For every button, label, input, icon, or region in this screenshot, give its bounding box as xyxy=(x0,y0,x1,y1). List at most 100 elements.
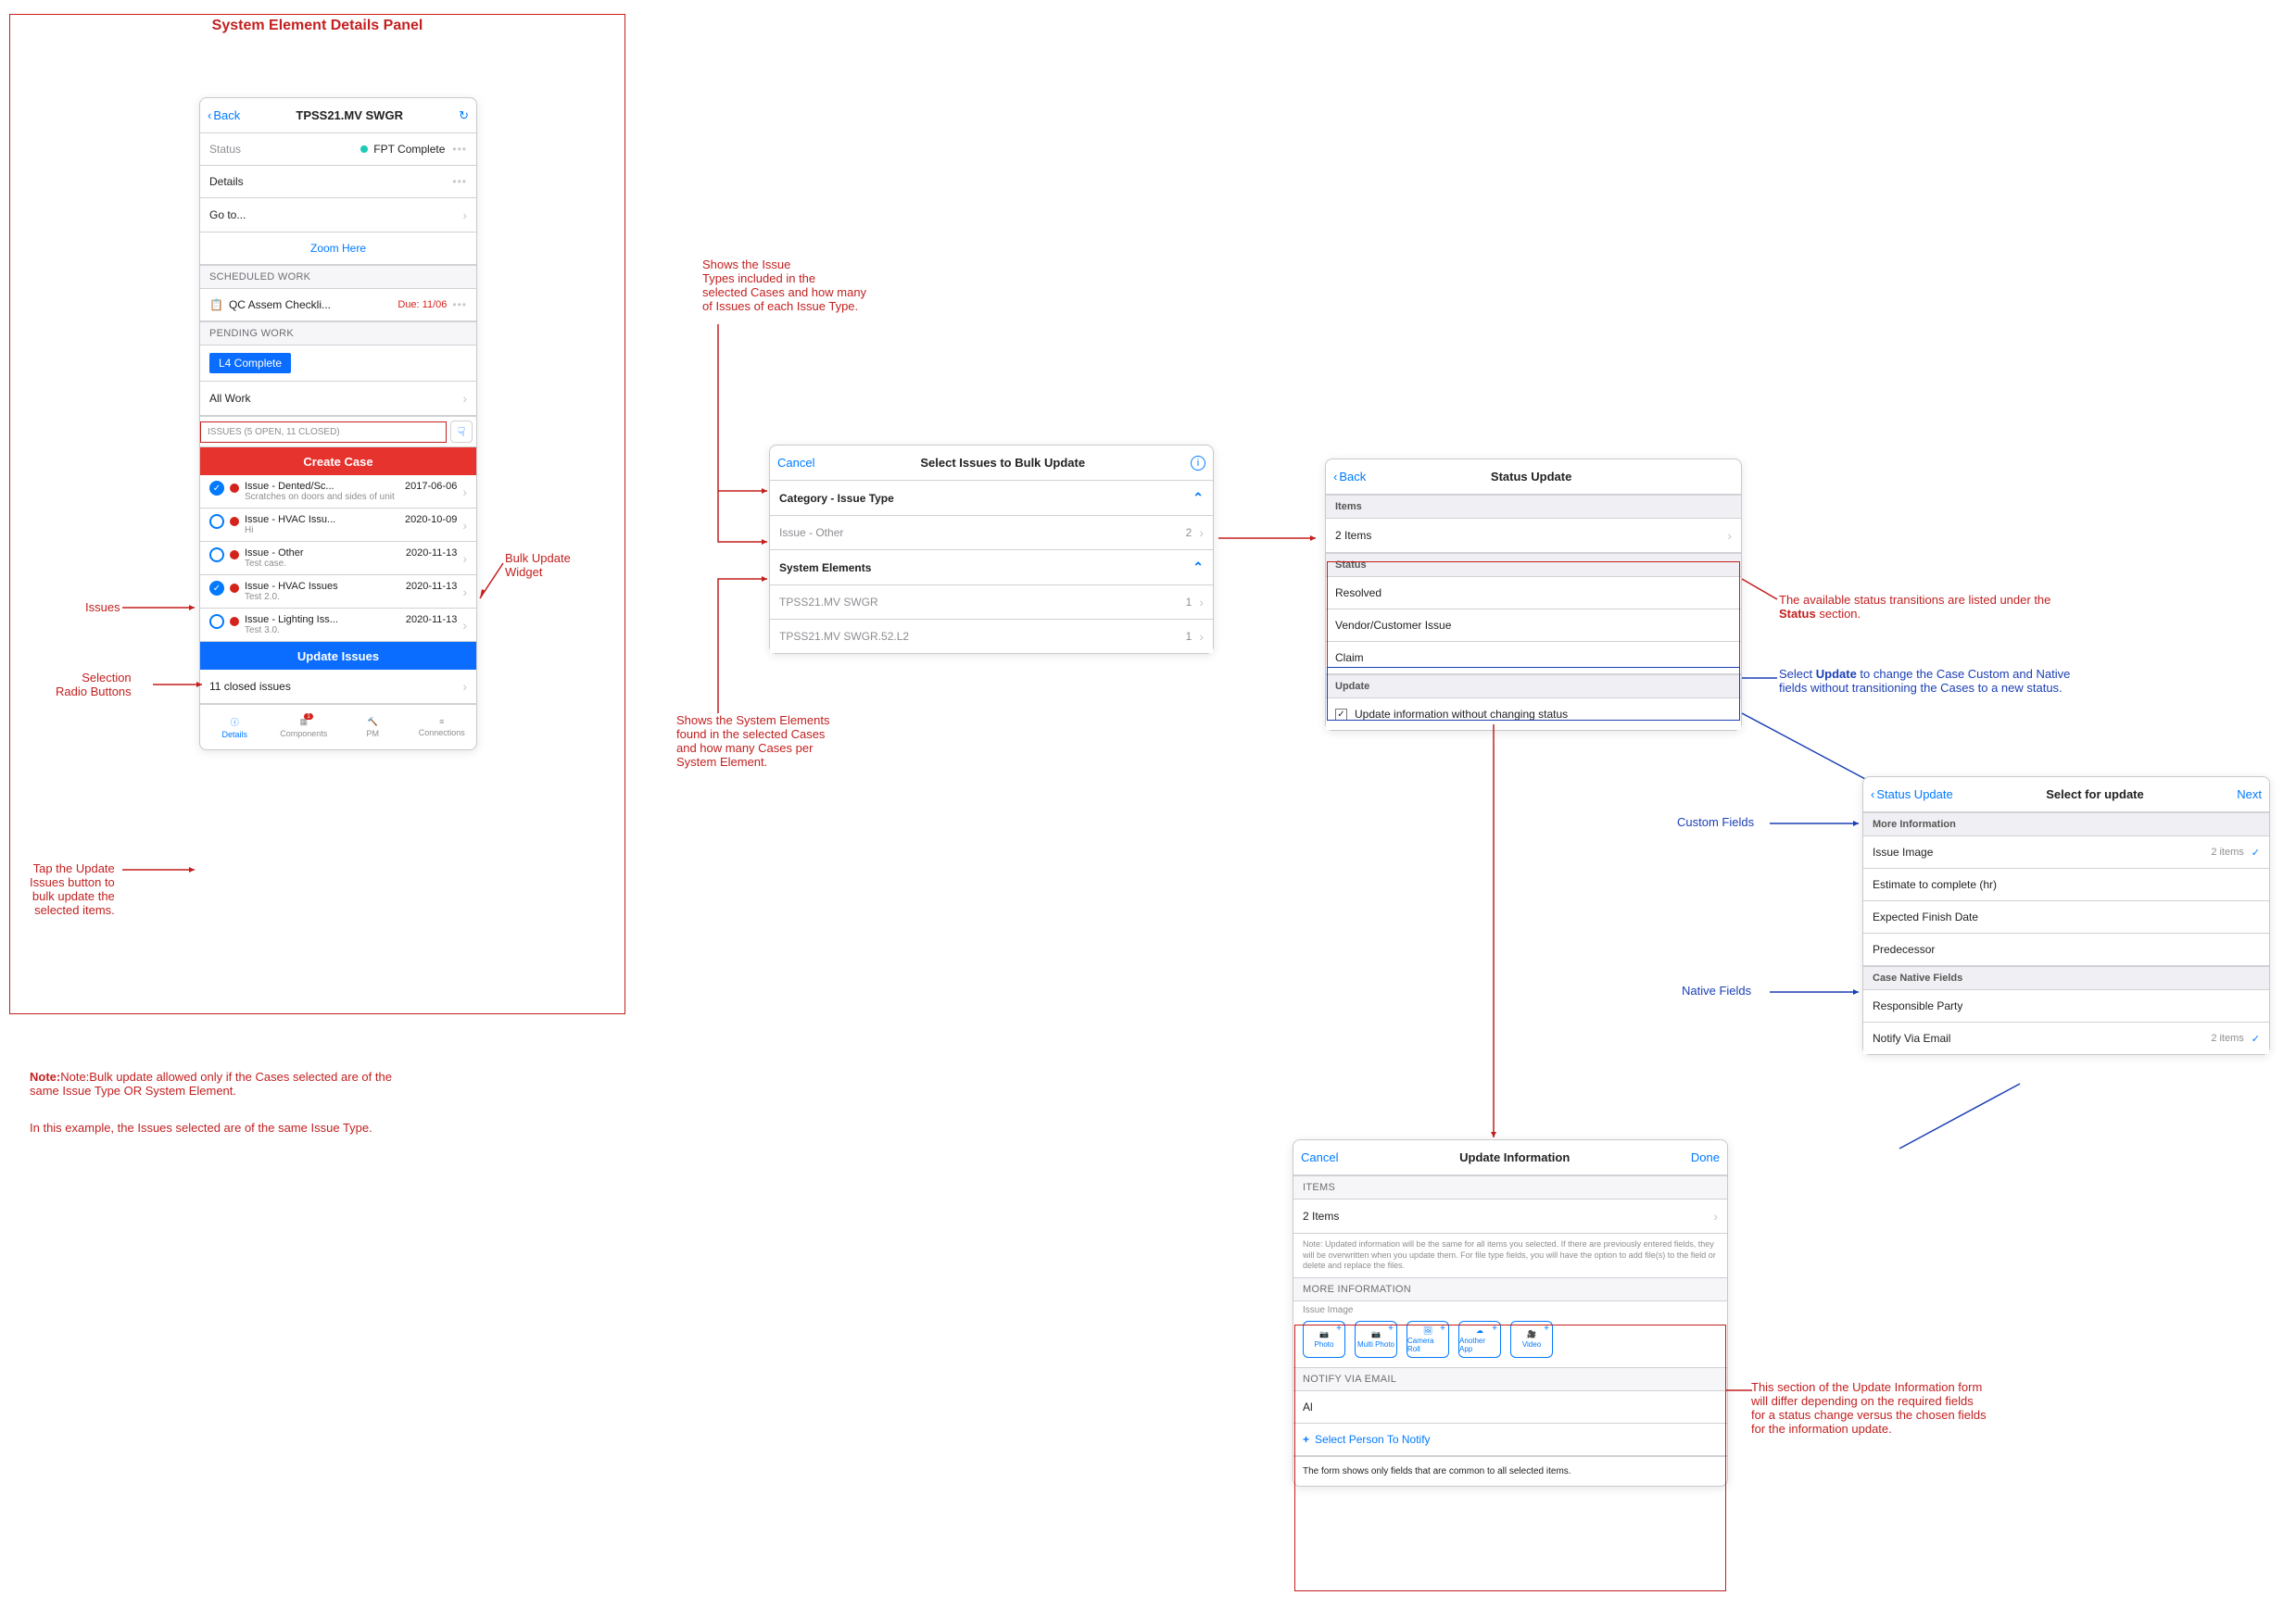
back-button[interactable]: ‹Status Update xyxy=(1871,787,1953,801)
selection-radio[interactable] xyxy=(209,547,224,562)
checkbox-icon: ✓ xyxy=(1335,709,1347,721)
field-row[interactable]: Responsible Party xyxy=(1863,990,2269,1023)
next-button[interactable]: Next xyxy=(2237,787,2262,801)
nav-title: Status Update xyxy=(1366,470,1697,484)
tab-details[interactable]: ⓘDetails xyxy=(200,705,270,749)
camera-roll-button[interactable]: +🖼Camera Roll xyxy=(1407,1321,1449,1358)
syselem-item-row[interactable]: TPSS21.MV SWGR.52.L2 1 › xyxy=(770,620,1213,653)
cancel-button[interactable]: Cancel xyxy=(1301,1150,1338,1164)
status-row: Status FPT Complete ••• xyxy=(200,133,476,166)
l4-row: L4 Complete xyxy=(200,345,476,382)
plus-icon: + xyxy=(1303,1433,1309,1446)
tab-pm[interactable]: 🔨PM xyxy=(338,705,408,749)
update-without-status-row[interactable]: ✓ Update information without changing st… xyxy=(1326,698,1741,730)
field-row[interactable]: Issue Image2 items✓ xyxy=(1863,836,2269,869)
chevron-left-icon: ‹ xyxy=(1871,787,1874,801)
notify-header: NOTIFY VIA EMAIL xyxy=(1293,1367,1727,1391)
field-row[interactable]: Predecessor xyxy=(1863,934,2269,966)
chevron-right-icon: › xyxy=(462,584,467,599)
chevron-up-icon: ⌃ xyxy=(1192,559,1204,575)
multi-photo-button[interactable]: +📷Multi Photo xyxy=(1355,1321,1397,1358)
update-issues-button[interactable]: Update Issues xyxy=(200,642,476,670)
info-icon[interactable]: i xyxy=(1191,456,1205,471)
selection-radio[interactable]: ✓ xyxy=(209,581,224,596)
field-row[interactable]: Estimate to complete (hr) xyxy=(1863,869,2269,901)
status-option-row[interactable]: Claim xyxy=(1326,642,1741,674)
connections-icon: ≡ xyxy=(439,717,444,726)
l4-complete-button[interactable]: L4 Complete xyxy=(209,353,291,373)
nav-bar: ‹Back TPSS21.MV SWGR ↻ xyxy=(200,98,476,133)
closed-issues-row[interactable]: 11 closed issues › xyxy=(200,670,476,704)
issue-row[interactable]: Issue - Other2020-11-13Test case.› xyxy=(200,542,476,575)
another-app-button[interactable]: +☁Another App xyxy=(1458,1321,1501,1358)
camera-icon: 📷 xyxy=(1371,1330,1381,1338)
field-row[interactable]: Notify Via Email2 items✓ xyxy=(1863,1023,2269,1054)
photo-button[interactable]: +📷Photo xyxy=(1303,1321,1345,1358)
ann-status: The available status transitions are lis… xyxy=(1779,593,2150,621)
done-button[interactable]: Done xyxy=(1691,1150,1720,1164)
chevron-right-icon: › xyxy=(462,484,467,499)
selection-radio[interactable]: ✓ xyxy=(209,481,224,496)
ann-sys-elem: Shows the System Elements found in the s… xyxy=(676,713,899,769)
issue-image-label: Issue Image xyxy=(1293,1301,1727,1317)
tab-bar: ⓘDetails ▦1Components 🔨PM ≡Connections xyxy=(200,704,476,749)
notify-value-row[interactable]: Al xyxy=(1293,1391,1727,1424)
select-person-row[interactable]: +Select Person To Notify xyxy=(1293,1424,1727,1456)
ann-update-btn: Tap the Update Issues button to bulk upd… xyxy=(30,861,115,917)
details-row[interactable]: Details ••• xyxy=(200,166,476,198)
chevron-left-icon: ‹ xyxy=(208,108,211,122)
back-button[interactable]: ‹Back xyxy=(208,108,240,122)
refresh-icon[interactable]: ↻ xyxy=(459,108,469,123)
more-icon: ••• xyxy=(452,175,467,188)
note-text: Note: Updated information will be the sa… xyxy=(1293,1234,1727,1277)
nav-bar: Cancel Select Issues to Bulk Update i xyxy=(770,446,1213,481)
category-header-row[interactable]: Category - Issue Type ⌃ xyxy=(770,481,1213,516)
bulk-update-widget[interactable]: ☟ xyxy=(450,421,473,443)
status-option-row[interactable]: Vendor/Customer Issue xyxy=(1326,609,1741,642)
cancel-button[interactable]: Cancel xyxy=(777,456,814,470)
status-option-row[interactable]: Resolved xyxy=(1326,577,1741,609)
check-icon: ✓ xyxy=(2252,847,2260,859)
more-icon: ••• xyxy=(452,298,467,311)
issue-subtitle: Test 2.0. xyxy=(245,592,457,602)
checklist-icon: 📋 xyxy=(209,298,223,311)
issue-row[interactable]: ✓Issue - Dented/Sc...2017-06-06Scratches… xyxy=(200,475,476,509)
create-case-button[interactable]: Create Case xyxy=(200,447,476,475)
chevron-right-icon: › xyxy=(1199,525,1204,540)
goto-row[interactable]: Go to... › xyxy=(200,198,476,232)
video-icon: 🎥 xyxy=(1527,1330,1536,1338)
update-info-panel: Cancel Update Information Done ITEMS 2 I… xyxy=(1293,1139,1728,1487)
issue-date: 2020-11-13 xyxy=(406,547,457,559)
all-work-row[interactable]: All Work › xyxy=(200,382,476,416)
selection-radio[interactable] xyxy=(209,614,224,629)
issue-row[interactable]: ✓Issue - HVAC Issues2020-11-13Test 2.0.› xyxy=(200,575,476,609)
scheduled-work-header: SCHEDULED WORK xyxy=(200,265,476,289)
chevron-right-icon: › xyxy=(462,551,467,566)
issue-date: 2017-06-06 xyxy=(405,481,457,492)
issue-title: Issue - Other xyxy=(245,547,304,559)
items-row[interactable]: 2 Items › xyxy=(1326,519,1741,553)
syselem-item-row[interactable]: TPSS21.MV SWGR 1 › xyxy=(770,585,1213,620)
category-item-row[interactable]: Issue - Other 2 › xyxy=(770,516,1213,550)
field-row[interactable]: Expected Finish Date xyxy=(1863,901,2269,934)
ann-note2: In this example, the Issues selected are… xyxy=(30,1121,586,1135)
back-button[interactable]: ‹Back xyxy=(1333,470,1366,484)
issue-title: Issue - Dented/Sc... xyxy=(245,481,334,492)
chevron-right-icon: › xyxy=(1199,595,1204,609)
details-panel: ‹Back TPSS21.MV SWGR ↻ Status FPT Comple… xyxy=(199,97,477,750)
syselem-header-row[interactable]: System Elements ⌃ xyxy=(770,550,1213,585)
zoom-here-button[interactable]: Zoom Here xyxy=(200,232,476,265)
scheduled-item-row[interactable]: 📋 QC Assem Checkli... Due: 11/06 ••• xyxy=(200,289,476,321)
issue-row[interactable]: Issue - HVAC Issu...2020-10-09Hi› xyxy=(200,509,476,542)
items-row[interactable]: 2 Items› xyxy=(1293,1200,1727,1234)
nav-title: Update Information xyxy=(1338,1150,1690,1164)
chevron-right-icon: › xyxy=(462,679,467,694)
video-button[interactable]: +🎥Video xyxy=(1510,1321,1553,1358)
issue-row[interactable]: Issue - Lighting Iss...2020-11-13Test 3.… xyxy=(200,609,476,642)
issues-header-bar: ISSUES (5 OPEN, 11 CLOSED) ☟ xyxy=(200,416,476,447)
tab-connections[interactable]: ≡Connections xyxy=(408,705,477,749)
tab-components[interactable]: ▦1Components xyxy=(270,705,339,749)
status-update-panel: ‹Back Status Update Items 2 Items › Stat… xyxy=(1325,459,1742,731)
selection-radio[interactable] xyxy=(209,514,224,529)
more-icon[interactable]: ••• xyxy=(452,143,467,156)
